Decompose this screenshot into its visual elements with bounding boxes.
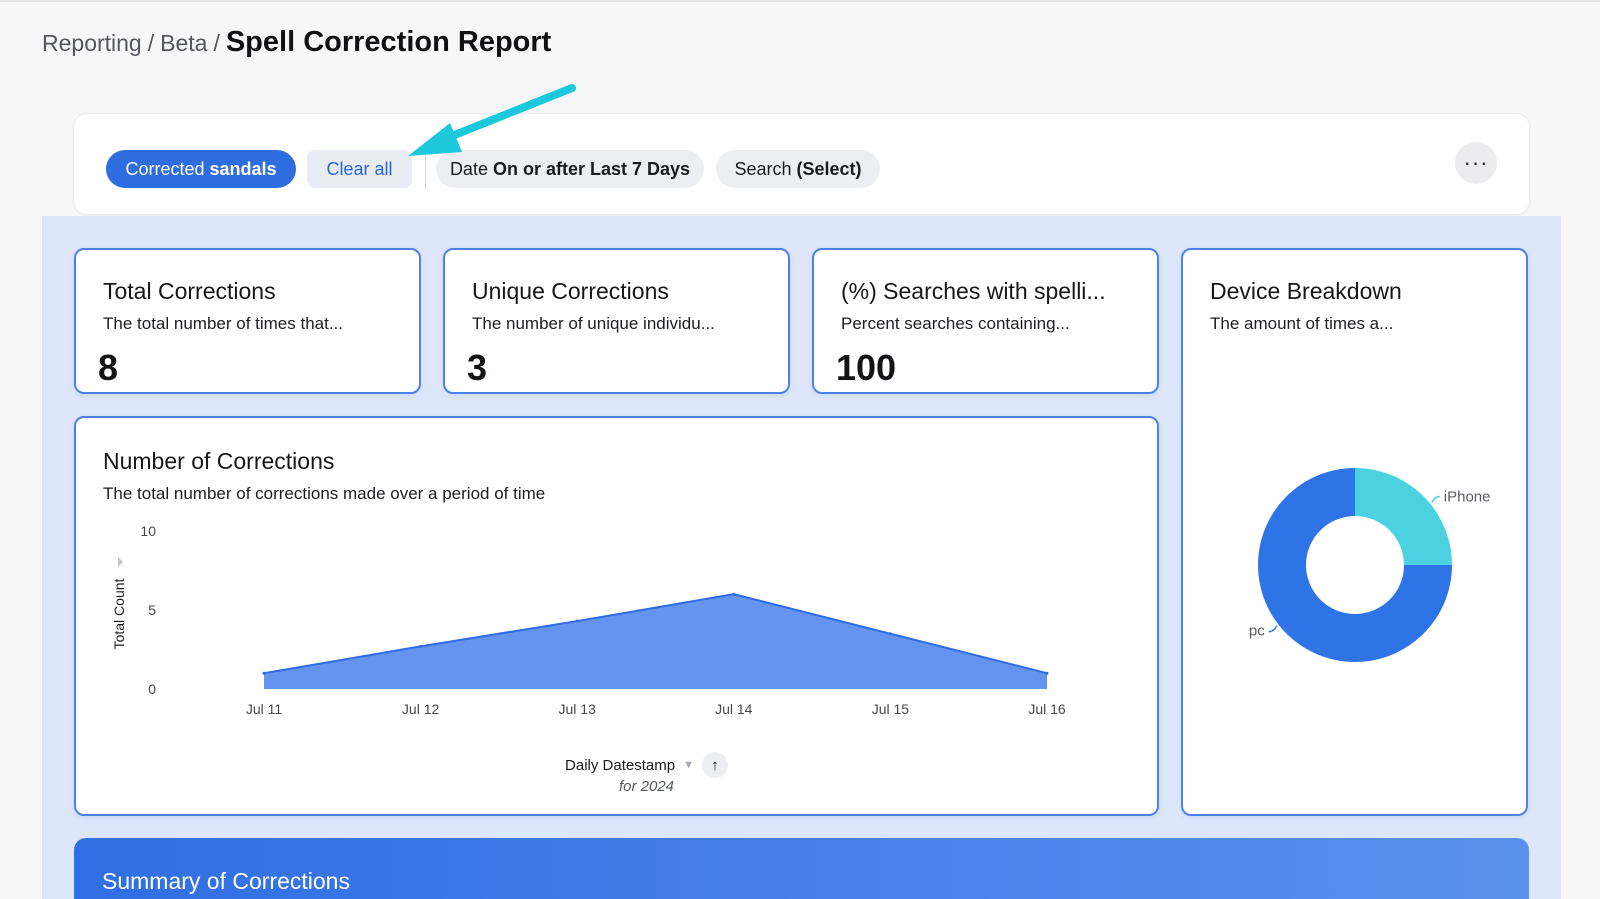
clear-all-button[interactable]: Clear all — [307, 150, 412, 188]
x-tick-label: Jul 12 — [402, 701, 440, 717]
card-description: The number of unique individu... — [472, 314, 715, 333]
donut-label-iphone: iPhone — [1444, 489, 1491, 506]
kpi-value: 3 — [467, 347, 488, 388]
kpi-card-total-corrections[interactable]: Total Corrections The total number of ti… — [74, 248, 421, 394]
y-tick-label: 0 — [148, 681, 156, 697]
breadcrumb: Reporting / Beta / Spell Correction Repo… — [42, 26, 551, 59]
y-tick-label: 5 — [148, 602, 156, 618]
breadcrumb-beta[interactable]: Beta — [160, 30, 207, 57]
filter-chip-value: On or after Last 7 Days — [492, 158, 691, 179]
filter-chip-key: Search — [734, 158, 792, 179]
card-title: (%) Searches with spelli... — [841, 278, 1106, 304]
filter-chip-value: sandals — [209, 158, 277, 179]
data-point[interactable] — [262, 671, 266, 675]
filter-chip-key: Date — [449, 158, 488, 179]
page-title: Spell Correction Report — [225, 26, 552, 58]
x-tick-label: Jul 16 — [1028, 701, 1066, 717]
summary-of-corrections-card[interactable]: Summary of Corrections — [74, 838, 1529, 899]
card-title: Summary of Corrections — [102, 868, 350, 894]
device-donut-chart[interactable]: iPhone pc — [1183, 250, 1528, 816]
data-point[interactable] — [575, 619, 579, 623]
card-title: Total Corrections — [103, 278, 276, 304]
kpi-card-unique-corrections[interactable]: Unique Corrections The number of unique … — [443, 248, 790, 394]
x-axis-title: Daily Datestamp ▼ ↑ — [76, 752, 1157, 778]
more-options-button[interactable]: ··· — [1455, 142, 1497, 184]
top-border — [0, 0, 1600, 2]
chevron-down-icon[interactable]: ▼ — [683, 759, 694, 771]
y-axis-label: Total Count — [111, 578, 127, 649]
device-breakdown-card[interactable]: Device Breakdown The amount of times a..… — [1181, 248, 1528, 816]
number-of-corrections-card[interactable]: Number of Corrections The total number o… — [74, 416, 1159, 816]
filter-divider — [425, 148, 426, 190]
kpi-value: 8 — [98, 347, 119, 388]
card-description: The total number of times that... — [103, 314, 344, 333]
data-point[interactable] — [1045, 671, 1049, 675]
y-tick-label: 10 — [140, 523, 156, 539]
donut-label-pc: pc — [1249, 623, 1265, 640]
filter-chip-key: Corrected — [125, 158, 205, 179]
x-tick-label: Jul 11 — [246, 701, 283, 717]
kpi-value: 100 — [836, 347, 897, 388]
breadcrumb-separator: / — [213, 30, 220, 56]
x-tick-label: Jul 15 — [872, 701, 910, 717]
x-tick-label: Jul 13 — [559, 701, 597, 717]
filter-chip-value: (Select) — [796, 158, 862, 179]
breadcrumb-reporting[interactable]: Reporting — [42, 30, 142, 57]
data-point[interactable] — [732, 592, 736, 596]
filter-chip-corrected[interactable]: Corrected sandals — [106, 150, 296, 188]
label-leader-line — [1431, 495, 1440, 503]
sort-ascending-icon[interactable]: ↑ — [701, 752, 728, 778]
card-description: Percent searches containing... — [841, 314, 1070, 333]
card-title: Unique Corrections — [472, 278, 669, 304]
x-tick-label: Jul 14 — [715, 701, 753, 717]
chevron-right-icon[interactable] — [118, 557, 123, 567]
donut-slice-iphone[interactable] — [1355, 468, 1452, 565]
x-axis-subtitle: for 2024 — [618, 778, 675, 795]
breadcrumb-separator: / — [147, 30, 155, 56]
filter-chip-date[interactable]: Date On or after Last 7 Days — [436, 150, 704, 188]
data-point[interactable] — [888, 632, 892, 636]
filter-bar: Corrected sandals Clear all Date On or aft… — [73, 113, 1530, 215]
data-point[interactable] — [419, 644, 423, 648]
x-axis-title-text: Daily Datestamp — [565, 756, 676, 774]
label-leader-line — [1268, 625, 1278, 633]
filter-chip-search[interactable]: Search (Select) — [716, 150, 880, 188]
kpi-card-searches-with-spelling[interactable]: (%) Searches with spelli... Percent sear… — [812, 248, 1159, 394]
